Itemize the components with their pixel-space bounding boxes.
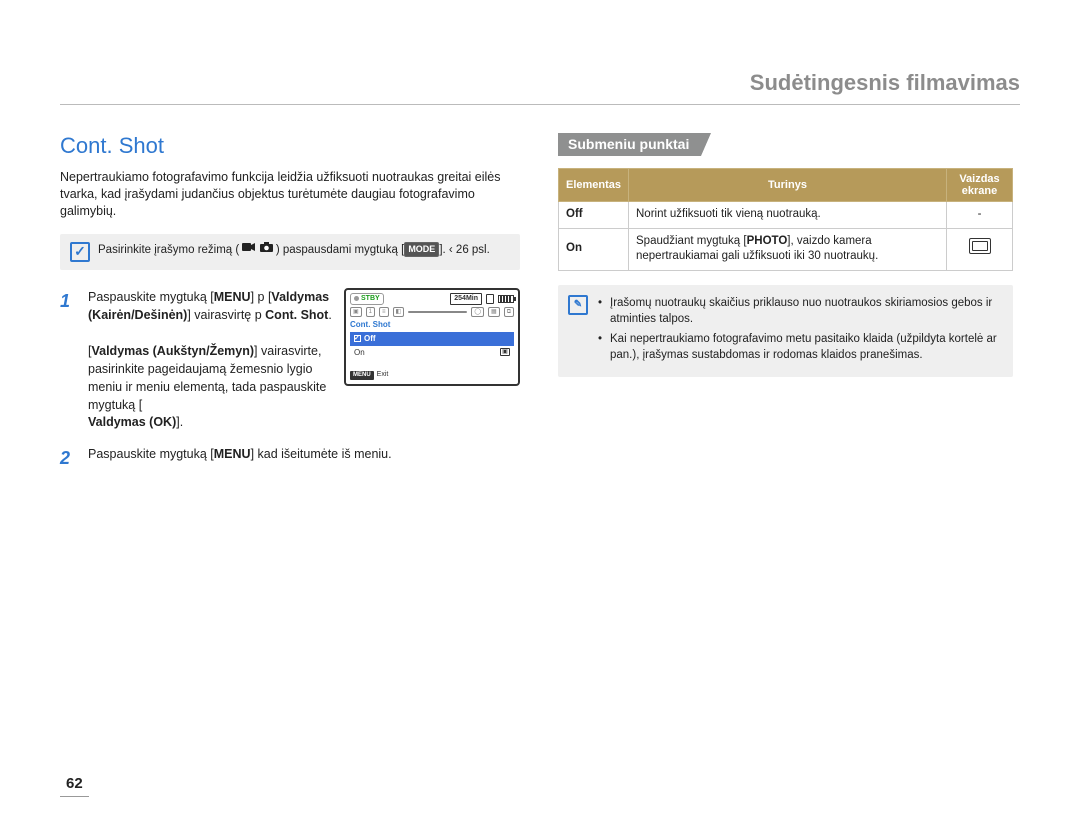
tab-4-icon: ◯ (471, 307, 484, 318)
th-screen: Vaizdasekrane (947, 169, 1013, 202)
th-element: Elementas (559, 169, 629, 202)
video-mode-icon: ▣ (350, 307, 362, 318)
tab-5-icon: ▦ (488, 307, 500, 318)
info-bullet-1: Įrašomų nuotraukų skaičius priklauso nuo… (598, 295, 1003, 327)
row-on-text: Spaudžiant mygtuką [PHOTO], vaizdo kamer… (629, 228, 947, 270)
page-number: 62 (60, 771, 89, 797)
step-3: Paspauskite mygtuką [MENU] kad išeitumėt… (60, 445, 520, 463)
camera-option-on: On▣ (350, 346, 514, 360)
tab-3-icon: ◧ (393, 307, 405, 318)
section-intro: Nepertraukiamo fotografavimo funkcija le… (60, 169, 520, 220)
camera-exit-hint: MENUExit (350, 370, 388, 380)
cont-shot-icon: ▣ (500, 348, 510, 356)
camera-icon (260, 242, 273, 258)
check-icon (354, 335, 361, 342)
rec-time-indicator: 254Min (450, 293, 482, 305)
th-content: Turinys (629, 169, 947, 202)
camera-screen-illustration: STBY 254Min ▣ 1 ≡ (344, 288, 520, 386)
camera-mode-strip: ▣ 1 ≡ ◧ ◯ ▦ ⧉ (350, 307, 514, 318)
camera-menu-title: Cont. Shot (350, 319, 514, 331)
tab-2-icon: ≡ (379, 307, 389, 318)
row-on-screen (947, 228, 1013, 270)
submenu-table: Elementas Turinys Vaizdasekrane Off Nori… (558, 168, 1013, 271)
submenu-heading: Submeniu punktai (558, 133, 701, 156)
step-1: Paspauskite mygtuką [MENU] p [Valdymas (… (60, 288, 520, 431)
info-note-box: Įrašomų nuotraukų skaičius priklauso nuo… (558, 285, 1013, 377)
right-column: Submeniu punktai Elementas Turinys Vaizd… (558, 133, 1013, 477)
section-title: Cont. Shot (60, 133, 520, 159)
row-on-element: On (559, 228, 629, 270)
camera-option-off: Off (350, 332, 514, 346)
chapter-heading: Sudėtingesnis filmavimas (60, 70, 1020, 105)
stby-indicator: STBY (350, 293, 384, 305)
mode-button-label: MODE (404, 242, 439, 256)
tab-6-icon: ⧉ (504, 307, 514, 318)
row-off-text: Norint užfiksuoti tik vieną nuotrauką. (629, 202, 947, 229)
table-row: Off Norint užfiksuoti tik vieną nuotrauk… (559, 202, 1013, 229)
mode-note-text: Pasirinkite įrašymo režimą ( ) paspausda… (98, 242, 490, 258)
video-icon (242, 242, 256, 258)
row-off-element: Off (559, 202, 629, 229)
info-bullet-2: Kai nepertraukiamo fotografavimo metu pa… (598, 331, 1003, 363)
battery-icon (498, 295, 514, 303)
row-off-screen: - (947, 202, 1013, 229)
mode-note-box: ✓ Pasirinkite įrašymo režimą ( ) paspaus… (60, 234, 520, 270)
left-column: Cont. Shot Nepertraukiamo fotografavimo … (60, 133, 520, 477)
table-row: On Spaudžiant mygtuką [PHOTO], vaizdo ka… (559, 228, 1013, 270)
pencil-note-icon (568, 295, 588, 315)
cont-shot-screen-icon (969, 238, 991, 254)
tab-1-icon: 1 (366, 307, 375, 318)
sd-card-icon (486, 294, 494, 304)
check-icon: ✓ (70, 242, 90, 262)
steps-list: Paspauskite mygtuką [MENU] p [Valdymas (… (60, 288, 520, 463)
